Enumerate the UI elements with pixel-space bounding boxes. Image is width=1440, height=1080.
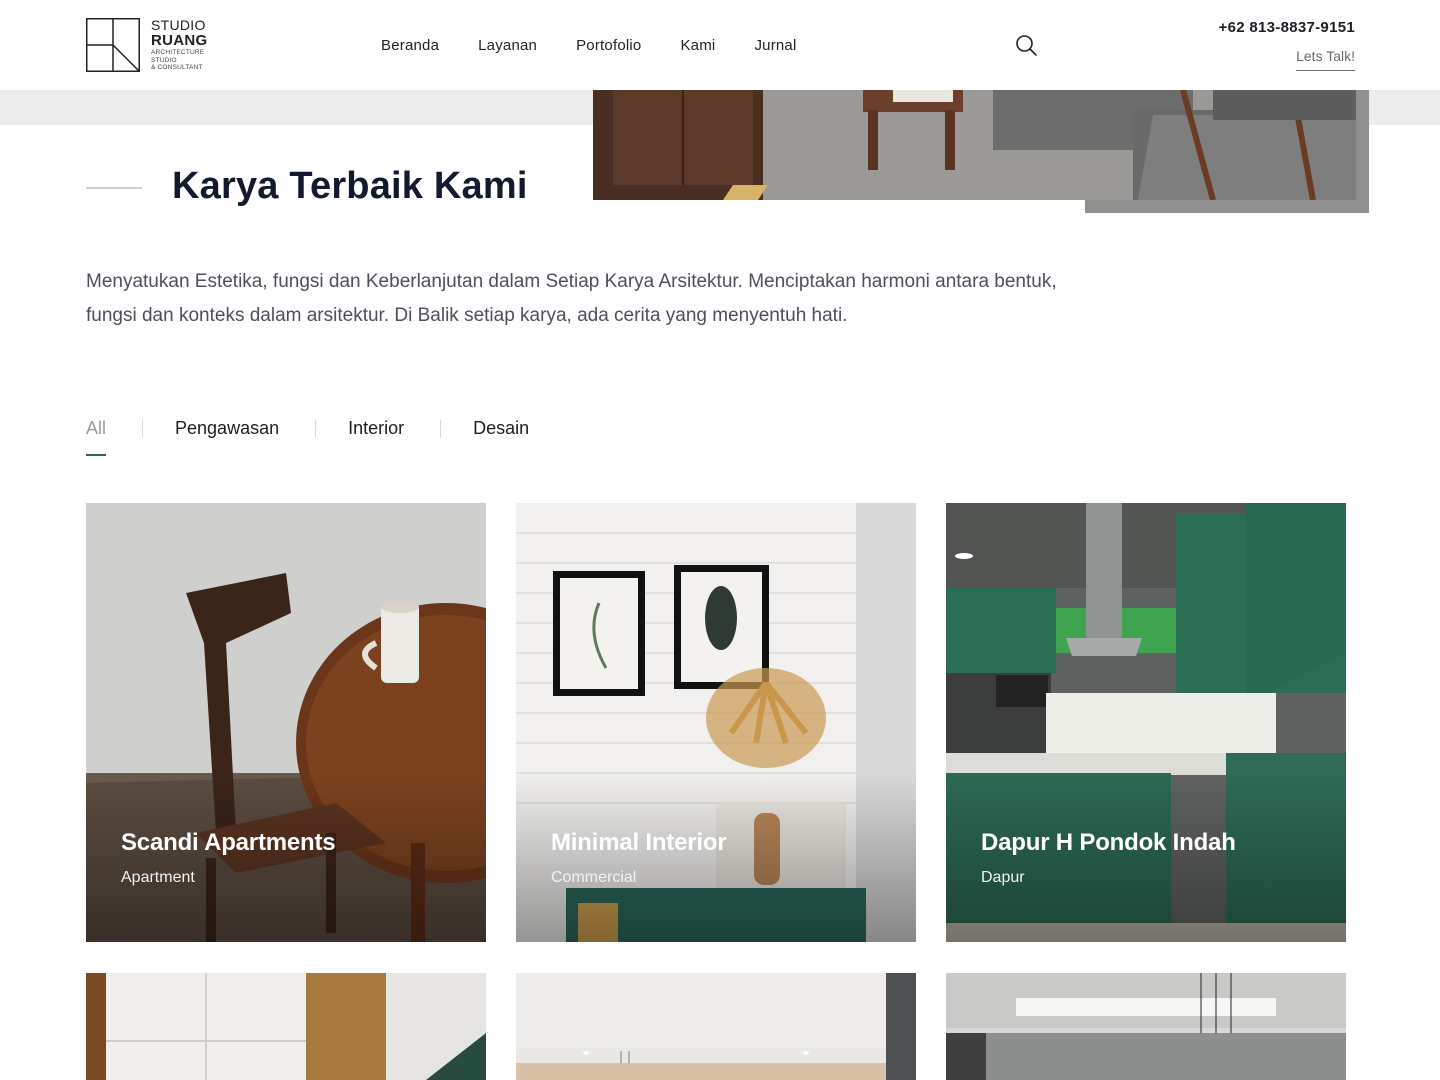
project-title: Dapur H Pondok Indah bbox=[981, 829, 1236, 856]
filter-pengawasan[interactable]: Pengawasan bbox=[175, 418, 279, 439]
project-card-6[interactable] bbox=[946, 973, 1346, 1080]
main-nav: Beranda Layanan Portofolio Kami Jurnal bbox=[381, 37, 797, 54]
project-card-4[interactable] bbox=[86, 973, 486, 1080]
nav-portofolio[interactable]: Portofolio bbox=[576, 37, 641, 54]
filter-divider bbox=[315, 419, 317, 438]
filter-all[interactable]: All bbox=[86, 418, 107, 456]
project-title: Scandi Apartments bbox=[121, 829, 336, 856]
page-title: Karya Terbaik Kami bbox=[172, 165, 528, 207]
title-decor-line bbox=[86, 187, 142, 189]
logo-mark-icon bbox=[86, 18, 140, 72]
search-icon[interactable] bbox=[1014, 33, 1038, 57]
logo-text: STUDIO RUANG ARCHITECTURE STUDIO & CONSU… bbox=[151, 18, 208, 72]
logo-line-studio: STUDIO bbox=[151, 17, 206, 33]
project-category: Dapur bbox=[981, 869, 1025, 886]
nav-layanan[interactable]: Layanan bbox=[478, 37, 537, 54]
nav-kami[interactable]: Kami bbox=[680, 37, 715, 54]
site-header: STUDIO RUANG ARCHITECTURE STUDIO & CONSU… bbox=[0, 0, 1440, 90]
filter-interior[interactable]: Interior bbox=[348, 418, 404, 439]
filter-divider bbox=[440, 419, 442, 438]
studio-ruang-logo[interactable]: STUDIO RUANG ARCHITECTURE STUDIO & CONSU… bbox=[86, 18, 216, 74]
project-photo-4 bbox=[86, 973, 486, 1080]
project-photo-6 bbox=[946, 973, 1346, 1080]
card-shade bbox=[86, 772, 486, 942]
project-category: Apartment bbox=[121, 869, 195, 886]
project-photo-5 bbox=[516, 973, 916, 1080]
filter-desain[interactable]: Desain bbox=[473, 418, 529, 439]
nav-beranda[interactable]: Beranda bbox=[381, 37, 439, 54]
lets-talk-link[interactable]: Lets Talk! bbox=[1296, 48, 1355, 71]
logo-line-ruang: RUANG bbox=[151, 32, 208, 49]
hero-image bbox=[593, 90, 1356, 200]
card-shade bbox=[516, 772, 916, 942]
project-card-dapur[interactable]: Dapur H Pondok Indah Dapur bbox=[946, 503, 1346, 942]
nav-jurnal[interactable]: Jurnal bbox=[754, 37, 796, 54]
project-card-5[interactable] bbox=[516, 973, 916, 1080]
project-title: Minimal Interior bbox=[551, 829, 727, 856]
logo-tagline-2: STUDIO bbox=[151, 56, 177, 64]
hero-interior-illustration bbox=[593, 90, 1356, 200]
project-card-minimal[interactable]: Minimal Interior Commercial bbox=[516, 503, 916, 942]
filter-divider bbox=[142, 419, 144, 438]
card-shade bbox=[946, 772, 1346, 942]
logo-tagline-3: & CONSULTANT bbox=[151, 64, 203, 71]
phone-number[interactable]: +62 813-8837-9151 bbox=[1219, 19, 1355, 36]
portfolio-filter-tabs: All Pengawasan Interior Desain bbox=[86, 418, 529, 456]
logo-tagline-1: ARCHITECTURE bbox=[151, 49, 205, 56]
project-card-scandi[interactable]: Scandi Apartments Apartment bbox=[86, 503, 486, 942]
project-category: Commercial bbox=[551, 869, 637, 886]
section-description: Menyatukan Estetika, fungsi dan Keberlan… bbox=[86, 271, 1057, 326]
